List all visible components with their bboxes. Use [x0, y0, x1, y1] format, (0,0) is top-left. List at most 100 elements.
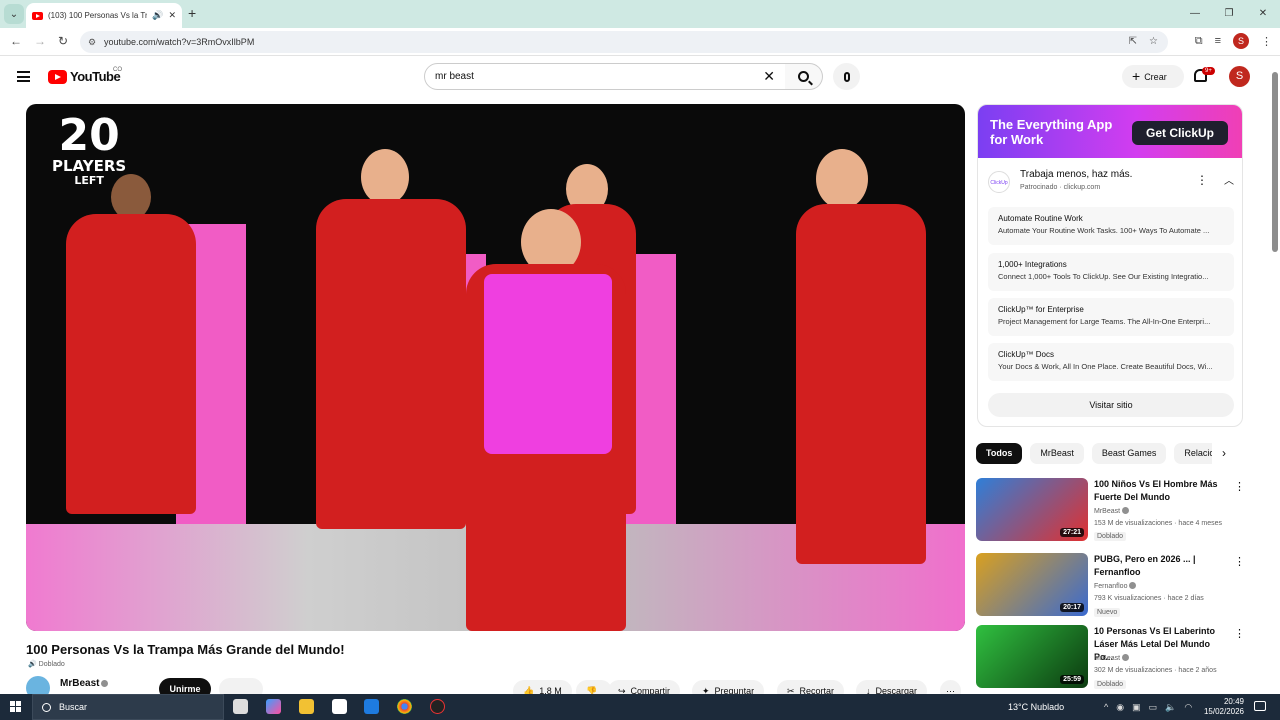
- reload-icon[interactable]: ↻: [58, 34, 68, 48]
- address-bar[interactable]: ⚙ youtube.com/watch?v=3RmOvxIlbPM ⇱ ☆: [80, 31, 1168, 53]
- plus-icon: +: [1132, 68, 1141, 84]
- task-view-icon[interactable]: [233, 699, 248, 714]
- video-thumbnail[interactable]: 27:21: [976, 478, 1088, 541]
- bookmark-star-icon[interactable]: ☆: [1149, 31, 1158, 53]
- related-channel[interactable]: Fernanfloo: [1094, 582, 1137, 590]
- copilot-icon[interactable]: [266, 699, 281, 714]
- app-tray-icon[interactable]: ◉: [1116, 694, 1124, 720]
- tab-search-icon[interactable]: ⌄: [4, 4, 24, 24]
- page-scrollbar[interactable]: [1270, 68, 1280, 692]
- more-options-icon[interactable]: ⋮: [1234, 627, 1245, 640]
- ad-sitelink[interactable]: ClickUp™ for Enterprise Project Manageme…: [988, 298, 1234, 336]
- ad-banner[interactable]: The Everything App for Work Get ClickUp: [978, 105, 1242, 158]
- close-tab-icon[interactable]: ✕: [168, 10, 176, 21]
- close-window-icon[interactable]: ✕: [1246, 0, 1280, 28]
- video-thumbnail[interactable]: 20:17: [976, 553, 1088, 616]
- speaker-icon[interactable]: 🔊: [152, 10, 163, 21]
- search-icon: [798, 71, 809, 82]
- ad-sitelink[interactable]: ClickUp™ Docs Your Docs & Work, All In O…: [988, 343, 1234, 381]
- voice-search-button[interactable]: [833, 63, 860, 90]
- ad-sitelink-title: ClickUp™ for Enterprise: [998, 305, 1084, 314]
- visit-site-button[interactable]: Visitar sitio: [988, 393, 1234, 417]
- weather-widget[interactable]: 13°C Nublado: [1008, 694, 1064, 720]
- browser-tab-active[interactable]: (103) 100 Personas Vs la Tra 🔊 ✕: [26, 3, 182, 28]
- browser-profile-avatar[interactable]: S: [1233, 33, 1249, 49]
- site-info-icon[interactable]: ⚙: [88, 31, 96, 53]
- search-button[interactable]: [785, 63, 823, 90]
- reading-list-icon[interactable]: ≡: [1215, 35, 1221, 47]
- volume-icon[interactable]: 🔈: [1165, 694, 1176, 720]
- dubbed-label: Doblado: [38, 661, 65, 668]
- chip-related[interactable]: Relacionados: [1174, 443, 1212, 464]
- chevron-up-icon[interactable]: ︿: [1224, 172, 1234, 187]
- windows-start-icon[interactable]: [10, 701, 21, 712]
- omnibox-actions: ⇱ ☆: [1129, 31, 1158, 53]
- file-explorer-icon[interactable]: [299, 699, 314, 714]
- related-channel[interactable]: MrBeast: [1094, 507, 1130, 515]
- new-tab-button[interactable]: +: [188, 5, 196, 21]
- related-title[interactable]: PUBG, Pero en 2026 ... | Fernanfloo: [1094, 553, 1224, 579]
- obs-icon[interactable]: [430, 699, 445, 714]
- app-tray-icon[interactable]: ▣: [1132, 694, 1141, 720]
- ad-get-button[interactable]: Get ClickUp: [1132, 121, 1228, 145]
- chrome-icon[interactable]: [397, 699, 412, 714]
- store-icon[interactable]: [332, 699, 347, 714]
- ad-sitelink[interactable]: 1,000+ Integrations Connect 1,000+ Tools…: [988, 253, 1234, 291]
- taskbar-search[interactable]: Buscar: [32, 694, 224, 720]
- search-value: mr beast: [435, 71, 474, 82]
- chevron-up-icon[interactable]: ^: [1104, 694, 1108, 720]
- minimize-icon[interactable]: —: [1178, 0, 1212, 28]
- battery-icon[interactable]: ▭: [1149, 694, 1158, 720]
- chip-mrbeast[interactable]: MrBeast: [1030, 443, 1084, 464]
- contestant: [796, 204, 926, 564]
- channel-name[interactable]: MrBeast: [60, 678, 109, 689]
- clear-search-icon[interactable]: ✕: [763, 64, 775, 89]
- related-channel-name: MrBeast: [1094, 655, 1121, 662]
- video-thumbnail[interactable]: 25:59: [976, 625, 1088, 688]
- ad-sitelink-title: Automate Routine Work: [998, 214, 1083, 223]
- verified-icon: [1122, 507, 1130, 514]
- ad-sitelink[interactable]: Automate Routine Work Automate Your Rout…: [988, 207, 1234, 245]
- youtube-logo[interactable]: YouTube: [48, 69, 121, 84]
- extensions-icon[interactable]: ⧉: [1195, 35, 1203, 48]
- chevron-right-icon[interactable]: ›: [1222, 446, 1226, 460]
- more-options-icon[interactable]: ⋮: [1234, 555, 1245, 568]
- related-channel[interactable]: MrBeast: [1094, 654, 1130, 662]
- youtube-play-icon: [48, 69, 67, 84]
- clock-date: 15/02/2026: [1203, 707, 1244, 716]
- contestant-head: [361, 149, 409, 205]
- ad-more-icon[interactable]: ⋮: [1196, 173, 1208, 187]
- chip-beast-games[interactable]: Beast Games: [1091, 443, 1167, 464]
- related-video[interactable]: 20:17 PUBG, Pero en 2026 ... | Fernanflo…: [976, 553, 1246, 617]
- chip-all[interactable]: Todos: [976, 443, 1023, 464]
- clickup-logo[interactable]: ClickUp: [988, 171, 1010, 193]
- ad-sitelink-desc: Your Docs & Work, All In One Place. Crea…: [998, 362, 1213, 371]
- browser-menu-icon[interactable]: ⋮: [1261, 35, 1272, 48]
- related-title[interactable]: 100 Niños Vs El Hombre Más Fuerte Del Mu…: [1094, 478, 1224, 504]
- toolbar-right: ⧉ ≡ S ⋮: [1195, 33, 1272, 49]
- network-icon[interactable]: ◠: [1184, 694, 1192, 720]
- taskbar-clock[interactable]: 20:49 15/02/2026: [1198, 697, 1244, 717]
- youtube-favicon-icon: [32, 11, 43, 20]
- scrollbar-thumb[interactable]: [1272, 72, 1278, 252]
- outlook-icon[interactable]: [364, 699, 379, 714]
- related-video[interactable]: 25:59 10 Personas Vs El Laberinto Láser …: [976, 625, 1246, 689]
- left-label: LEFT: [74, 174, 104, 187]
- more-options-icon[interactable]: ⋮: [1234, 480, 1245, 493]
- video-player[interactable]: 20 PLAYERS LEFT: [26, 104, 965, 631]
- forward-icon[interactable]: →: [34, 34, 46, 48]
- ad-sponsored-label: Patrocinado · clickup.com: [1020, 184, 1101, 191]
- menu-icon[interactable]: [17, 71, 30, 82]
- ad-banner-headline: The Everything App for Work: [990, 117, 1112, 147]
- notification-center-icon[interactable]: [1254, 701, 1266, 711]
- avatar[interactable]: S: [1229, 66, 1250, 87]
- install-app-icon[interactable]: ⇱: [1129, 31, 1137, 53]
- create-button[interactable]: + Crear: [1122, 65, 1184, 88]
- back-icon[interactable]: ←: [10, 34, 22, 48]
- search-input[interactable]: mr beast ✕: [424, 63, 786, 90]
- video-duration: 27:21: [1060, 528, 1084, 537]
- verified-icon: [101, 680, 109, 687]
- related-video[interactable]: 27:21 100 Niños Vs El Hombre Más Fuerte …: [976, 478, 1246, 542]
- restore-icon[interactable]: ❐: [1212, 0, 1246, 28]
- window-controls: — ❐ ✕: [1178, 0, 1280, 28]
